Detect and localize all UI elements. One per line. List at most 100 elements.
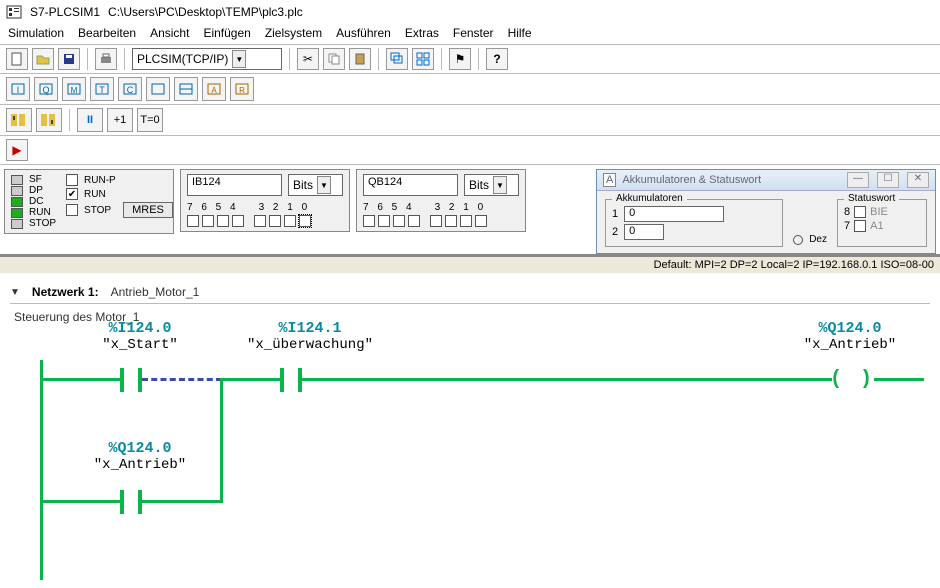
dropdown-arrow-icon[interactable]: ▼ xyxy=(317,176,331,194)
qb-panel: QB124 Bits▼ 7 6 5 4 3 2 1 0 xyxy=(356,169,526,232)
qb-bit-1[interactable] xyxy=(460,215,472,227)
insert-i-icon[interactable]: I xyxy=(6,77,30,101)
qb-bit-5[interactable] xyxy=(393,215,405,227)
separator xyxy=(69,109,70,131)
ib-bit-6[interactable] xyxy=(202,215,214,227)
led-label: STOP xyxy=(29,218,56,229)
dez-label: Dez xyxy=(809,234,827,245)
dropdown-arrow-icon[interactable]: ▼ xyxy=(493,176,507,194)
wire-dashed xyxy=(142,378,222,381)
maximize-button[interactable]: ☐ xyxy=(877,172,899,188)
accu-legend: Akkumulatoren xyxy=(612,193,687,204)
dez-radio[interactable] xyxy=(793,235,803,245)
accu-2-value[interactable]: 0 xyxy=(624,224,664,240)
open-icon[interactable] xyxy=(32,48,54,70)
insert-c-icon[interactable]: C xyxy=(118,77,142,101)
menu-simulation[interactable]: Simulation xyxy=(8,26,64,40)
help-icon[interactable]: ? xyxy=(486,48,508,70)
ib-bit-2[interactable] xyxy=(269,215,281,227)
qb-bit-6[interactable] xyxy=(378,215,390,227)
ib-bit-4[interactable] xyxy=(232,215,244,227)
accu-1-value[interactable]: 0 xyxy=(624,206,724,222)
runp-checkbox[interactable] xyxy=(66,174,78,186)
insert-t-icon[interactable]: T xyxy=(90,77,114,101)
stop-checkbox[interactable] xyxy=(66,204,78,216)
ib-bit-1[interactable] xyxy=(284,215,296,227)
accu-1-label: 1 xyxy=(612,208,618,220)
qb-bit-4[interactable] xyxy=(408,215,420,227)
mres-button[interactable]: MRES xyxy=(123,202,173,218)
qb-bit-0[interactable] xyxy=(475,215,487,227)
insert-q-icon[interactable]: Q xyxy=(34,77,58,101)
record-icon[interactable]: ▶ xyxy=(6,139,28,161)
wire xyxy=(220,378,280,381)
ib-bit-0[interactable] xyxy=(299,215,311,227)
paste-icon[interactable] xyxy=(349,48,371,70)
insert-stack-icon[interactable]: A xyxy=(202,77,226,101)
run-checkbox[interactable]: ✔ xyxy=(66,188,78,200)
ib-format-combo[interactable]: Bits▼ xyxy=(288,174,343,196)
ib-bit-3[interactable] xyxy=(254,215,266,227)
run-switch-icon[interactable] xyxy=(6,108,32,132)
save-icon[interactable] xyxy=(58,48,80,70)
print-icon[interactable] xyxy=(95,48,117,70)
cascade-icon[interactable] xyxy=(386,48,408,70)
contact-x-antrieb[interactable] xyxy=(120,490,142,514)
dropdown-arrow-icon[interactable]: ▼ xyxy=(232,50,246,68)
step-button[interactable]: +1 xyxy=(107,108,133,132)
led-run xyxy=(11,208,23,218)
contact-x-ueberwachung[interactable] xyxy=(280,368,302,392)
panels-row: SF DP DC RUN STOP RUN-P ✔RUN STOP MRES I… xyxy=(0,165,940,256)
a1-checkbox[interactable] xyxy=(854,220,866,232)
coil-x-antrieb[interactable]: () xyxy=(830,368,872,391)
ib-address-input[interactable]: IB124 xyxy=(187,174,282,196)
minimize-button[interactable]: — xyxy=(847,172,869,188)
qb-bit-7[interactable] xyxy=(363,215,375,227)
menu-ansicht[interactable]: Ansicht xyxy=(150,26,189,40)
file-path: C:\Users\PC\Desktop\TEMP\plc3.plc xyxy=(108,5,303,19)
bie-checkbox[interactable] xyxy=(854,206,866,218)
contact-x-start[interactable] xyxy=(120,368,142,392)
toolbar-run: II +1 T=0 xyxy=(0,105,940,136)
stop-switch-icon[interactable] xyxy=(36,108,62,132)
new-icon[interactable] xyxy=(6,48,28,70)
network-label: Netzwerk 1: xyxy=(32,285,99,299)
qb-bit-3[interactable] xyxy=(430,215,442,227)
collapse-arrow-icon[interactable]: ▼ xyxy=(10,287,20,298)
statusbar: Default: MPI=2 DP=2 Local=2 IP=192.168.0… xyxy=(0,256,940,273)
qb-address-input[interactable]: QB124 xyxy=(363,174,458,196)
app-title: S7-PLCSIM1 xyxy=(30,5,100,19)
insert-reg-icon[interactable]: R xyxy=(230,77,254,101)
menu-bearbeiten[interactable]: Bearbeiten xyxy=(78,26,136,40)
qb-format-combo[interactable]: Bits▼ xyxy=(464,174,519,196)
qb-bit-2[interactable] xyxy=(445,215,457,227)
cpu-panel: SF DP DC RUN STOP RUN-P ✔RUN STOP MRES xyxy=(4,169,174,234)
insert-m-icon[interactable]: M xyxy=(62,77,86,101)
reset-timer-button[interactable]: T=0 xyxy=(137,108,163,132)
menu-zielsystem[interactable]: Zielsystem xyxy=(265,26,322,40)
menu-fenster[interactable]: Fenster xyxy=(453,26,494,40)
cut-icon[interactable]: ✂ xyxy=(297,48,319,70)
bit-labels-hi: 7 6 5 4 xyxy=(363,202,415,213)
tag-i124-1: %I124.1 "x_überwachung" xyxy=(230,320,390,353)
bit-labels-lo: 3 2 1 0 xyxy=(259,202,311,213)
toolbar-record: ▶ xyxy=(0,136,940,165)
ib-bit-5[interactable] xyxy=(217,215,229,227)
ib-bit-7[interactable] xyxy=(187,215,199,227)
wire xyxy=(40,500,120,503)
toolbar-insert: I Q M T C A R xyxy=(0,74,940,105)
connection-combo[interactable]: PLCSIM(TCP/IP) ▼ xyxy=(132,48,282,70)
pause-button[interactable]: II xyxy=(77,108,103,132)
close-button[interactable]: ✕ xyxy=(907,172,929,188)
insert-generic-icon[interactable] xyxy=(146,77,170,101)
separator xyxy=(441,48,442,70)
menu-hilfe[interactable]: Hilfe xyxy=(508,26,532,40)
copy-icon[interactable] xyxy=(323,48,345,70)
insert-vat-icon[interactable] xyxy=(174,77,198,101)
tile-icon[interactable] xyxy=(412,48,434,70)
toolbar-main: PLCSIM(TCP/IP) ▼ ✂ ⚑ ? xyxy=(0,45,940,74)
menu-ausfuehren[interactable]: Ausführen xyxy=(336,26,391,40)
menu-einfuegen[interactable]: Einfügen xyxy=(203,26,250,40)
flag-icon[interactable]: ⚑ xyxy=(449,48,471,70)
menu-extras[interactable]: Extras xyxy=(405,26,439,40)
